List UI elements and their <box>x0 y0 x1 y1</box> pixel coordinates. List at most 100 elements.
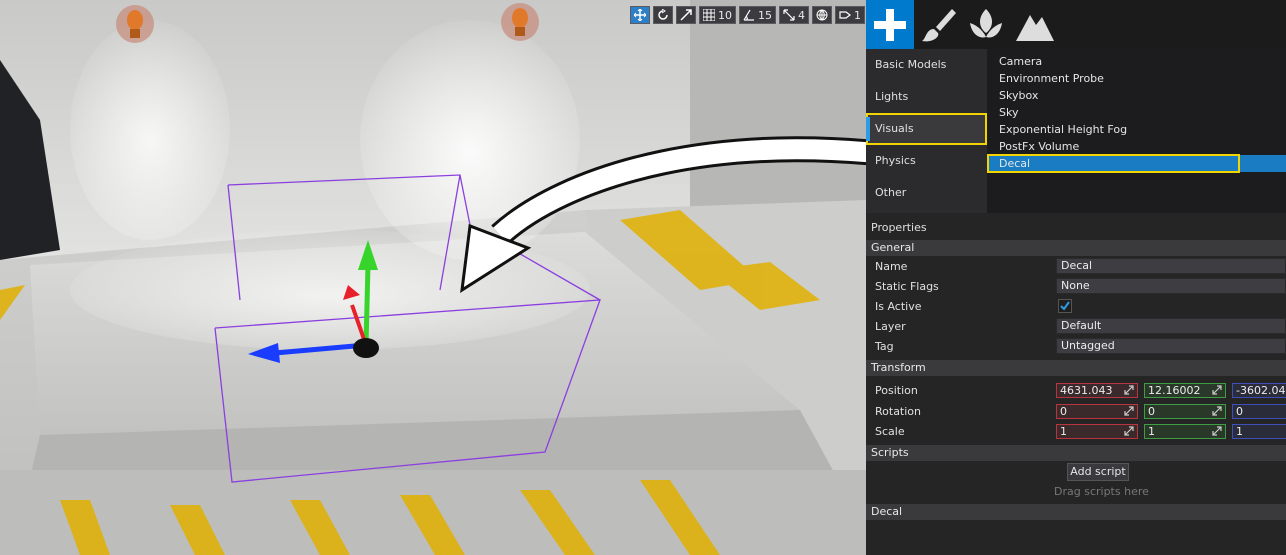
position-y-value: 12.16002 <box>1148 383 1201 397</box>
scale-x-value: 1 <box>1060 424 1067 438</box>
add-script-button[interactable]: Add script <box>1067 463 1129 481</box>
scale-row: Scale 1 1 1 <box>866 421 1286 441</box>
toolbar-value: 10 <box>718 8 732 22</box>
rotate-gizmo-icon <box>658 9 668 20</box>
position-vector: 4631.043 12.16002 -3602.048 <box>1056 382 1286 398</box>
category-lights[interactable]: Lights <box>866 81 987 113</box>
rotation-z-field[interactable]: 0 <box>1232 403 1286 419</box>
viewport-toolbar: 10 15 4 1 <box>630 6 865 24</box>
rotation-row: Rotation 0 0 0 <box>866 401 1286 421</box>
drag-handle-icon <box>1124 405 1134 416</box>
foliage-tab[interactable] <box>962 0 1010 49</box>
drag-scripts-hint: Drag scripts here <box>1054 484 1149 498</box>
scale-y-value: 1 <box>1148 424 1155 438</box>
actor-item-environment-probe[interactable]: Environment Probe <box>987 70 1286 87</box>
add-actor-tab[interactable] <box>866 0 914 49</box>
is-active-row: Is Active <box>866 296 1286 316</box>
light-bulb-icon <box>501 3 539 41</box>
terrain-tab[interactable] <box>1010 0 1058 49</box>
drag-handle-icon <box>1124 425 1134 436</box>
position-z-value: -3602.048 <box>1236 383 1286 397</box>
decal-group-header[interactable]: Decal <box>866 504 1286 520</box>
foliage-icon <box>970 8 1002 37</box>
scene-viewport[interactable]: 10 15 4 1 <box>0 0 866 555</box>
rotation-y-field[interactable]: 0 <box>1144 403 1226 419</box>
translate-gizmo-button[interactable] <box>630 6 650 24</box>
category-other[interactable]: Other <box>866 177 987 209</box>
position-y-field[interactable]: 12.16002 <box>1144 382 1226 398</box>
translate-gizmo-icon <box>634 9 646 21</box>
globe-button[interactable] <box>812 6 832 24</box>
tag-dropdown[interactable]: Untagged <box>1056 338 1286 354</box>
rotation-snap-button[interactable]: 15 <box>739 6 776 24</box>
name-field[interactable]: Decal <box>1056 258 1286 274</box>
editor-panel: Basic Models Lights Visuals Physics Other Ca… <box>866 0 1286 555</box>
properties-title: Properties <box>871 221 927 234</box>
toolbar-value: 15 <box>758 8 772 22</box>
position-row: Position 4631.043 12.16002 -3602.048 <box>866 379 1286 401</box>
rotation-snap-icon <box>743 9 754 21</box>
add-script-row: Add script <box>866 461 1286 483</box>
camera-speed-icon <box>839 11 851 19</box>
name-label: Name <box>875 259 908 273</box>
general-group-header[interactable]: General <box>866 240 1286 256</box>
layer-row: Layer Default <box>866 316 1286 336</box>
is-active-label: Is Active <box>875 299 922 313</box>
static-flags-dropdown[interactable]: None <box>1056 278 1286 294</box>
grid-snap-icon <box>703 9 715 21</box>
transform-group-header[interactable]: Transform <box>866 360 1286 376</box>
rotation-x-field[interactable]: 0 <box>1056 403 1138 419</box>
plus-icon <box>874 8 906 41</box>
paint-tab[interactable] <box>914 0 962 49</box>
actor-item-decal[interactable]: Decal <box>987 154 1286 173</box>
scale-y-field[interactable]: 1 <box>1144 423 1226 439</box>
rotation-z-value: 0 <box>1236 404 1243 418</box>
drag-handle-icon <box>1212 425 1222 436</box>
actor-item-postfx-volume[interactable]: PostFx Volume <box>987 138 1286 155</box>
actor-categories: Basic Models Lights Visuals Physics Other <box>866 49 987 213</box>
scale-gizmo-icon <box>680 9 692 21</box>
static-flags-label: Static Flags <box>875 279 939 293</box>
scripts-group-header[interactable]: Scripts <box>866 445 1286 461</box>
actor-item-skybox[interactable]: Skybox <box>987 87 1286 104</box>
name-row: Name Decal <box>866 256 1286 276</box>
actor-item-exponential-height-fog[interactable]: Exponential Height Fog <box>987 121 1286 138</box>
rotation-x-value: 0 <box>1060 404 1067 418</box>
rotation-y-value: 0 <box>1148 404 1155 418</box>
scale-z-field[interactable]: 1 <box>1232 423 1286 439</box>
scene-render <box>0 0 866 555</box>
actor-list: Camera Environment Probe Skybox Sky Exponent… <box>987 49 1286 213</box>
category-basic-models[interactable]: Basic Models <box>866 49 987 81</box>
scale-gizmo-button[interactable] <box>676 6 696 24</box>
scale-label: Scale <box>875 424 905 438</box>
drag-handle-icon <box>1212 384 1222 395</box>
rotation-label: Rotation <box>875 404 922 418</box>
drag-hint-row: Drag scripts here <box>866 483 1286 499</box>
scale-vector: 1 1 1 <box>1056 423 1286 439</box>
is-active-checkbox[interactable] <box>1058 299 1072 313</box>
drag-handle-icon <box>1212 405 1222 416</box>
toolbar-value: 4 <box>798 8 805 22</box>
scale-snap-button[interactable]: 4 <box>779 6 809 24</box>
rotate-gizmo-button[interactable] <box>653 6 673 24</box>
globe-icon <box>816 9 828 21</box>
scale-snap-icon <box>783 9 795 21</box>
light-bulb-icon <box>116 5 154 43</box>
checkmark-icon <box>1060 301 1070 311</box>
grid-snap-button[interactable]: 10 <box>699 6 736 24</box>
scale-x-field[interactable]: 1 <box>1056 423 1138 439</box>
layer-dropdown[interactable]: Default <box>1056 318 1286 334</box>
position-label: Position <box>875 383 918 397</box>
position-z-field[interactable]: -3602.048 <box>1232 382 1286 398</box>
position-x-value: 4631.043 <box>1060 383 1113 397</box>
actor-item-camera[interactable]: Camera <box>987 53 1286 70</box>
paint-brush-icon <box>922 8 956 41</box>
properties-panel: Properties General Name Decal Static Fla… <box>866 213 1286 555</box>
category-physics[interactable]: Physics <box>866 145 987 177</box>
category-visuals[interactable]: Visuals <box>866 113 987 145</box>
actor-item-sky[interactable]: Sky <box>987 104 1286 121</box>
tag-label: Tag <box>875 339 894 353</box>
static-flags-row: Static Flags None <box>866 276 1286 296</box>
camera-speed-button[interactable]: 1 <box>835 6 865 24</box>
position-x-field[interactable]: 4631.043 <box>1056 382 1138 398</box>
